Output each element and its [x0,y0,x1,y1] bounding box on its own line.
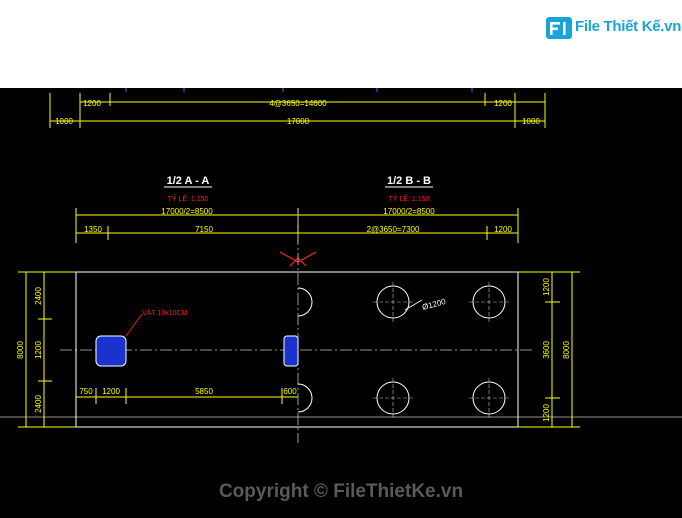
cad-drawing-canvas: 1200 4@3650=14600 1200 1000 17000 1000 1… [0,88,682,518]
bottom-dim-1: 750 [79,387,93,396]
top-dim-2: 4@3650=14600 [269,99,327,108]
left-dimension-lines [18,271,76,428]
section-a-dim-1: 1350 [84,225,102,234]
left-dim-total: 8000 [16,341,25,359]
bottom-dim-4: 600 [283,387,297,396]
top-dim-1: 1200 [83,99,101,108]
bottom-dim-2: 1200 [102,387,120,396]
top-dim-3: 1200 [494,99,512,108]
section-b-scale: TỶ LỆ: 1:150 [389,194,430,203]
pile-half-bottom [297,383,313,413]
section-b-heading: 1/2 B - B TỶ LỆ: 1:150 [385,175,433,203]
center-lines [60,213,535,443]
opening-left [95,335,127,367]
left-dim-3: 2400 [34,395,43,413]
file-logo-icon [546,17,572,39]
top-dim-6: 1000 [522,117,540,126]
left-dim-2: 1200 [34,341,43,359]
right-dim-1: 1200 [542,278,551,296]
pile-half-top [297,287,313,317]
pile-diameter-label: Ø1200 [421,297,447,312]
section-a-dim-2: 7150 [195,225,213,234]
opening-label: VÁT 10x10CM [142,308,188,317]
section-a-heading: 1/2 A - A TỶ LỆ: 1:150 [164,175,212,203]
top-banner: File Thiết Kế.vn [0,0,682,88]
right-dimension-texts: 1200 3600 1200 8000 [542,278,571,422]
left-dim-1: 2400 [34,287,43,305]
brand-logo[interactable]: File Thiết Kế.vn [545,14,681,42]
right-dim-2: 3600 [542,341,551,359]
top-dimension-texts: 1200 4@3650=14600 1200 1000 17000 1000 [55,99,540,126]
section-a-title: 1/2 A - A [167,175,210,187]
opening-group: VÁT 10x10CM [95,308,299,367]
logo-text: File Thiết Kế.vn [575,18,682,35]
section-b-title: 1/2 B - B [387,175,431,187]
top-dim-5: 17000 [287,117,310,126]
foundation-plan-drawing: 1200 4@3650=14600 1200 1000 17000 1000 1… [0,88,682,443]
copyright-watermark: Copyright © FileThietKe.vn [218,481,464,502]
opening-center [283,335,299,367]
section-b-dim-2: 1200 [494,225,512,234]
section-b-dim-1: 2@3650=7300 [367,225,420,234]
left-dimension-texts: 8000 2400 1200 2400 [16,287,43,413]
bottom-dim-3: 5850 [195,387,213,396]
top-dim-4: 1000 [55,117,73,126]
right-dim-total: 8000 [562,341,571,359]
right-dim-3: 1200 [542,404,551,422]
section-a-scale: TỶ LỆ: 1:150 [168,194,209,203]
section-dimension-lines [75,208,519,243]
section-a-half: 17000/2=8500 [161,207,213,216]
section-b-half: 17000/2=8500 [383,207,435,216]
bottom-dimension-texts: 750 1200 5850 600 [79,387,297,396]
